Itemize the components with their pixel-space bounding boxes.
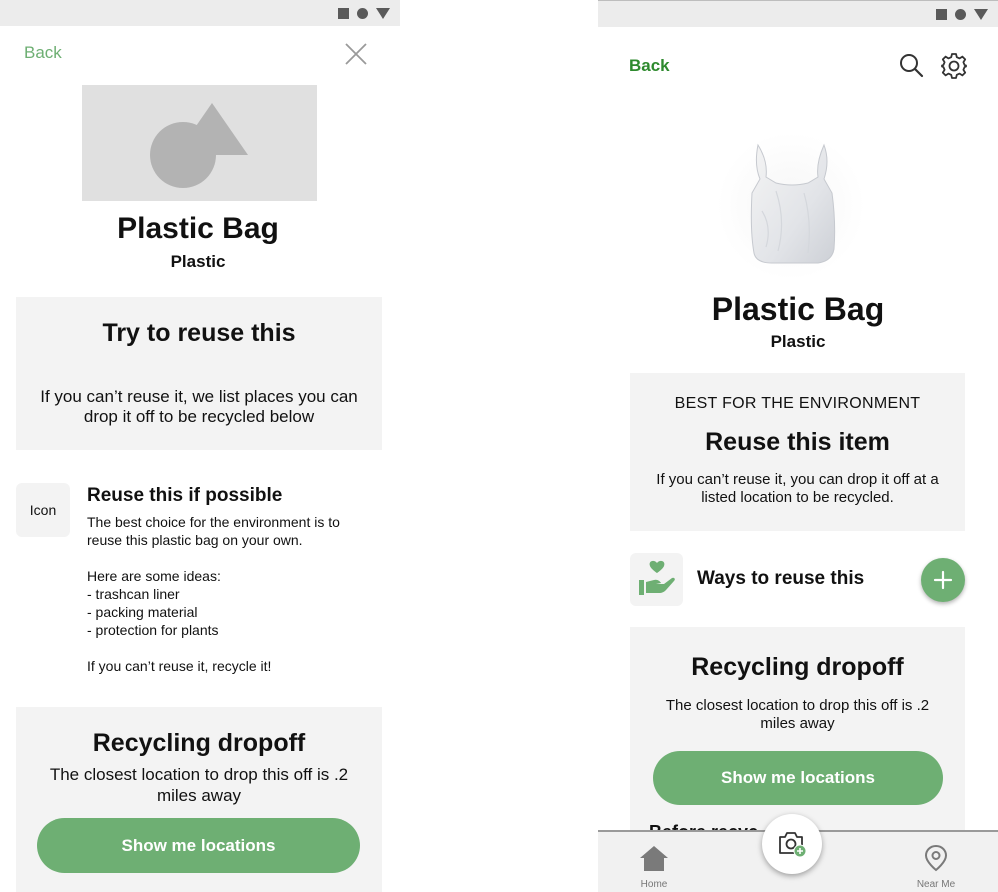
close-icon[interactable]	[344, 42, 368, 66]
location-pin-icon	[924, 844, 948, 872]
reuse-section-title: Reuse this if possible	[87, 485, 283, 506]
plastic-bag-photo	[716, 131, 866, 281]
ideas-heading: Here are some ideas:	[87, 568, 221, 584]
nav-near-me-label: Near Me	[916, 879, 956, 890]
idea-item: - protection for plants	[87, 622, 219, 638]
dropoff-heading: Recycling dropoff	[92, 729, 306, 757]
idea-item: - packing material	[87, 604, 198, 620]
nav-near-me[interactable]: Near Me	[906, 844, 966, 890]
reuse-card: Try to reuse this If you can’t reuse it,…	[16, 297, 382, 450]
status-bar	[598, 1, 998, 27]
camera-add-icon	[779, 832, 807, 858]
nav-home[interactable]: Home	[624, 844, 684, 890]
product-title: Plastic Bag	[117, 212, 279, 245]
idea-item: - trashcan liner	[87, 586, 180, 602]
product-image-placeholder	[82, 85, 317, 201]
image-placeholder-icon	[150, 103, 248, 188]
gear-icon[interactable]	[940, 52, 968, 80]
icon-placeholder: Icon	[16, 483, 70, 537]
env-heading: Reuse this item	[705, 428, 890, 456]
home-icon	[640, 846, 668, 871]
env-label: BEST FOR THE ENVIRONMENT	[674, 395, 921, 412]
show-locations-button[interactable]: Show me locations	[37, 818, 360, 873]
triangle-icon	[974, 8, 988, 20]
stop-icon	[338, 7, 349, 19]
circle-icon	[357, 7, 368, 19]
dropoff-card: Recycling dropoff The closest location t…	[630, 627, 965, 837]
env-body: If you can’t reuse it, you can drop it o…	[656, 471, 939, 506]
back-link[interactable]: Back	[629, 56, 670, 76]
reuse-card-body: If you can’t reuse it, we list places yo…	[40, 387, 358, 426]
camera-add-button[interactable]	[762, 814, 822, 874]
dropoff-heading: Recycling dropoff	[691, 653, 904, 681]
back-link[interactable]: Back	[24, 43, 62, 63]
reuse-card-heading: Try to reuse this	[102, 319, 296, 347]
app-screen: Back Plastic Bag Plastic BEST FOR THE EN…	[598, 0, 998, 892]
product-title: Plastic Bag	[711, 291, 885, 327]
status-bar	[0, 0, 400, 26]
triangle-icon	[376, 7, 390, 19]
product-material: Plastic	[770, 332, 826, 351]
add-button[interactable]	[921, 558, 965, 602]
reuse-outro: If you can’t reuse it, recycle it!	[87, 658, 272, 674]
product-material: Plastic	[170, 252, 226, 271]
search-icon[interactable]	[898, 52, 924, 78]
reuse-intro: The best choice for the environment is t…	[87, 514, 340, 548]
dropoff-body: The closest location to drop this off is…	[665, 697, 930, 732]
show-locations-button[interactable]: Show me locations	[653, 751, 943, 805]
plus-icon	[933, 570, 953, 590]
nav-home-label: Home	[640, 879, 668, 890]
wireframe-screen: Back Plastic Bag Plastic Try to reuse th…	[0, 0, 400, 892]
dropoff-card: Recycling dropoff The closest location t…	[16, 707, 382, 892]
reuse-section-text: The best choice for the environment is t…	[87, 513, 377, 675]
hand-heart-icon	[630, 553, 683, 606]
best-for-environment-card: BEST FOR THE ENVIRONMENT Reuse this item…	[630, 373, 965, 531]
ways-to-reuse-label[interactable]: Ways to reuse this	[697, 568, 864, 590]
circle-icon	[955, 8, 966, 20]
dropoff-body: The closest location to drop this off is…	[49, 765, 349, 805]
stop-icon	[936, 8, 947, 20]
